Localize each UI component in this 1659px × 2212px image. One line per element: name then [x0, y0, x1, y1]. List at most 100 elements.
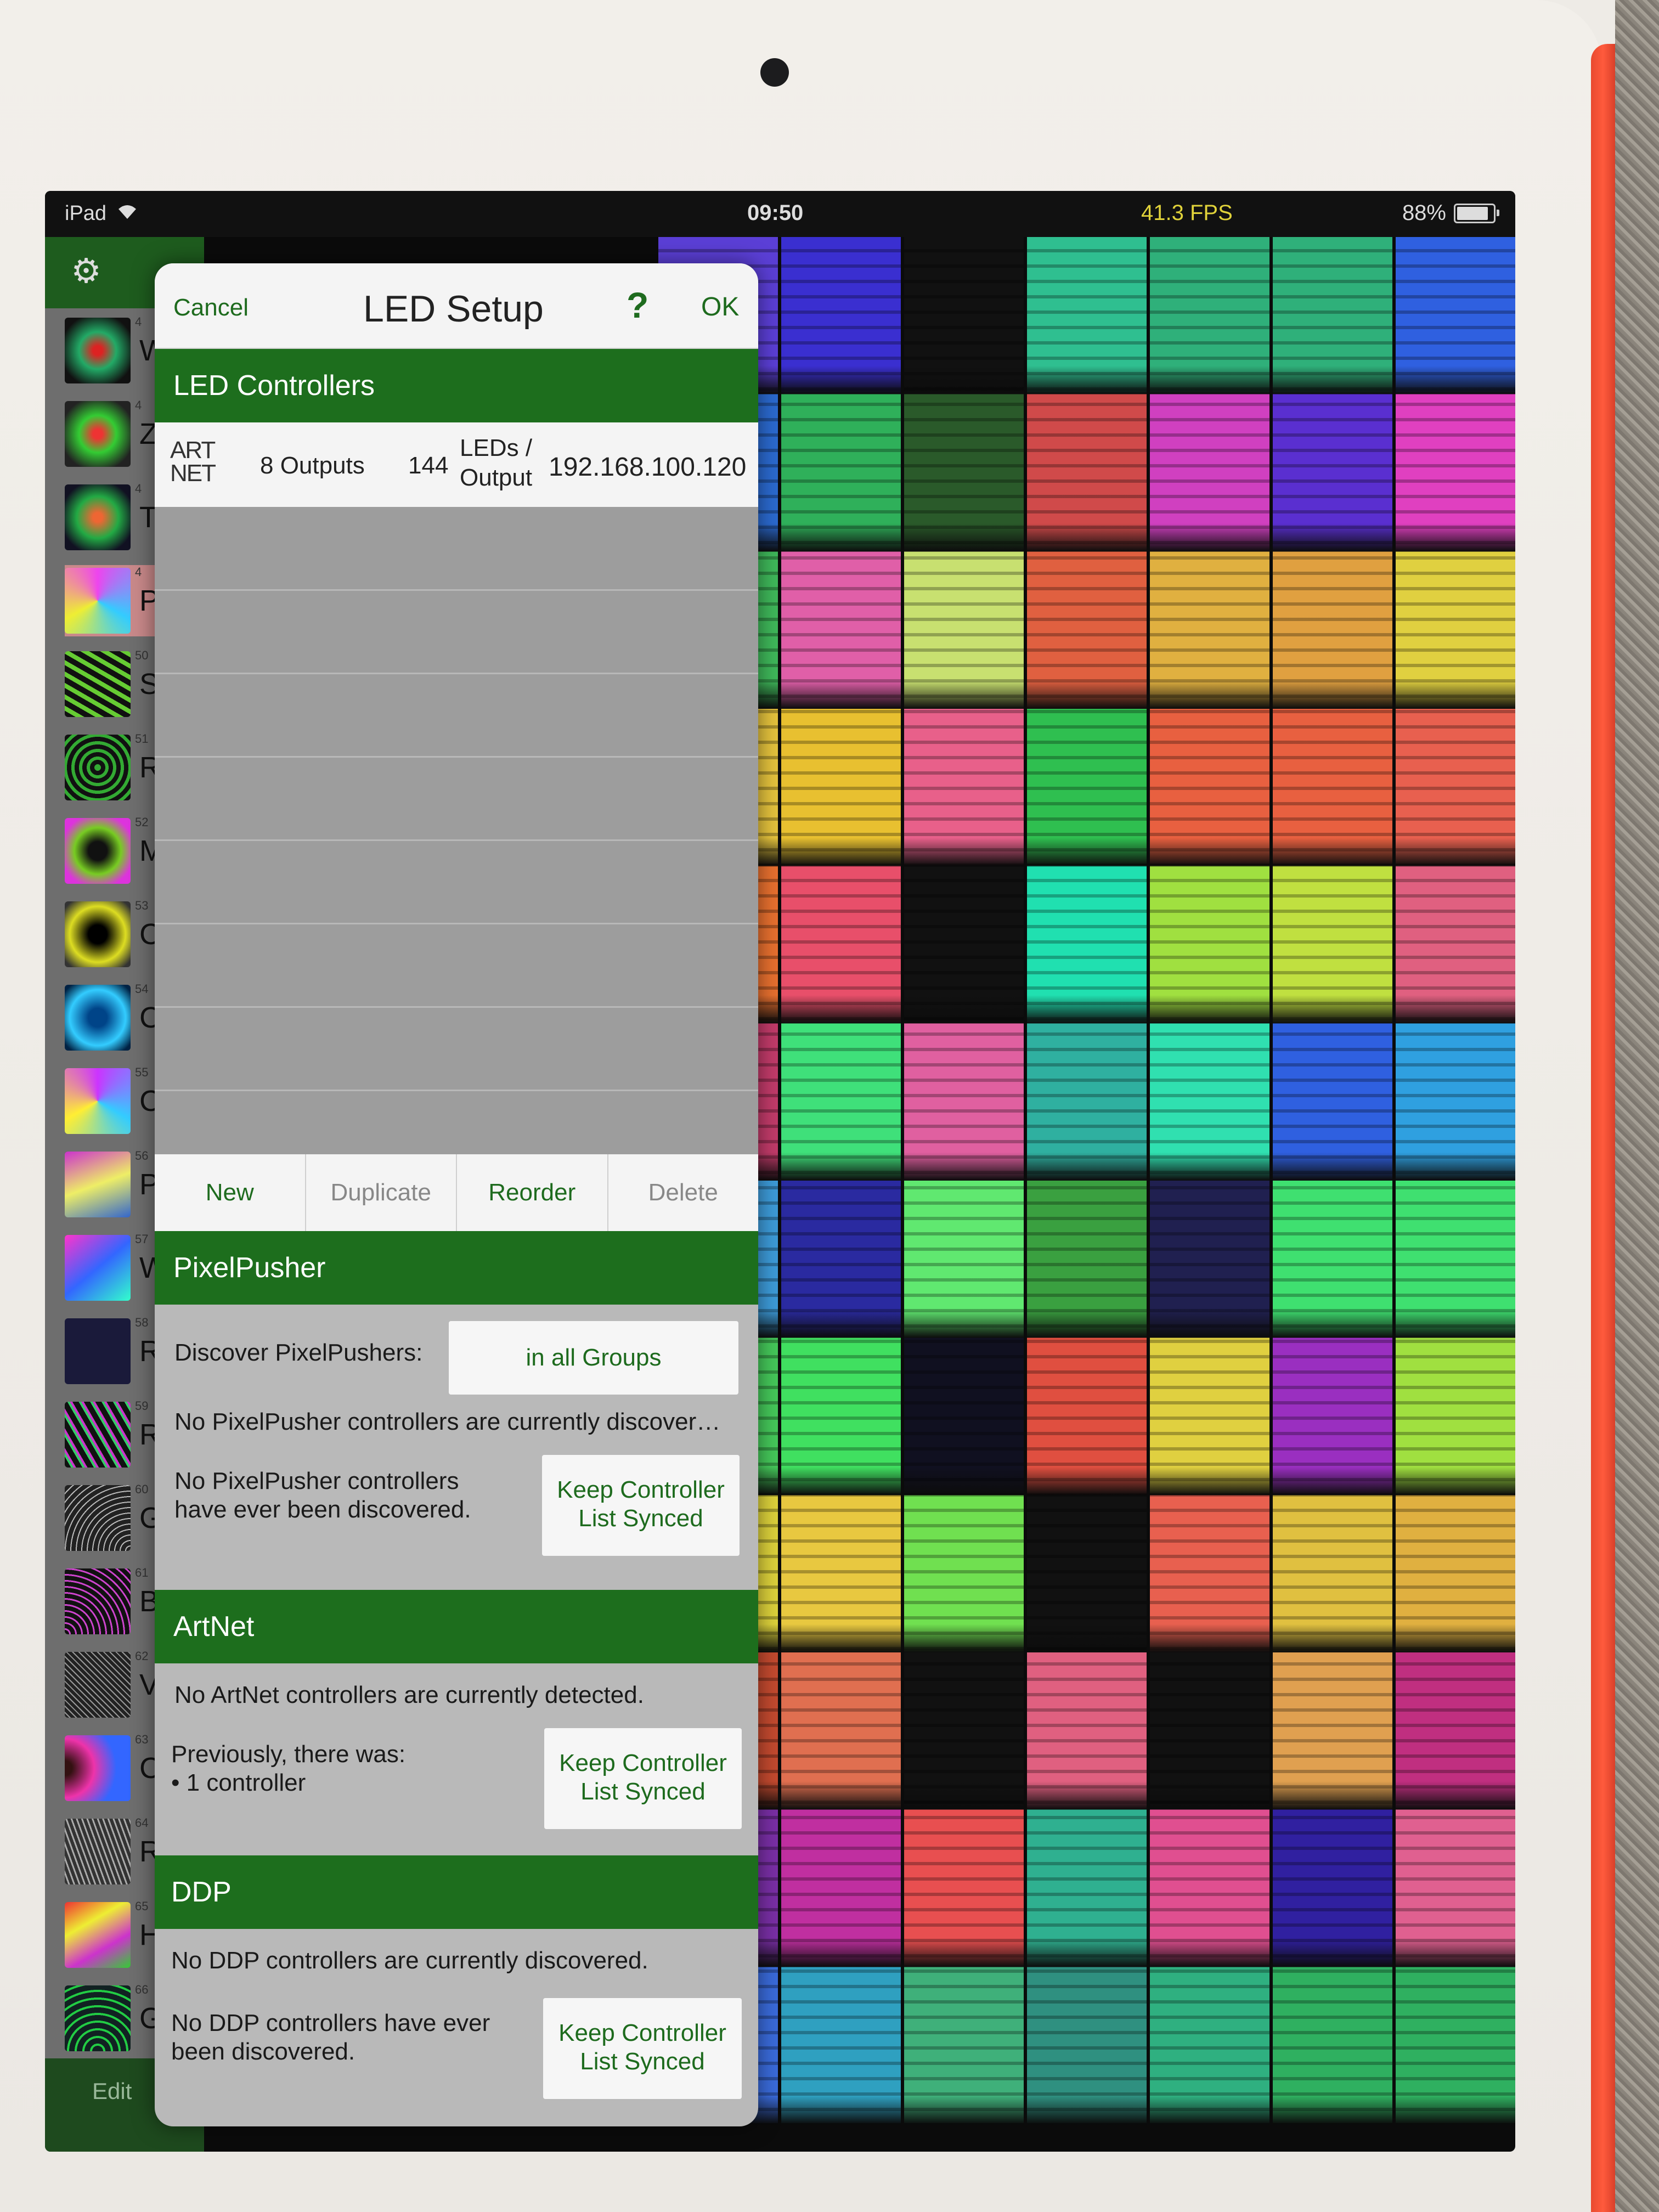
- ddp-history: No DDP controllers have ever been discov…: [171, 2010, 490, 2065]
- pixelpusher-header: PixelPusher: [155, 1231, 758, 1305]
- pattern-number: 53: [135, 899, 149, 912]
- pattern-number: 58: [135, 1316, 149, 1329]
- fps-counter: 41.3 FPS: [1141, 201, 1233, 225]
- discover-label: Discover PixelPushers:: [174, 1339, 423, 1366]
- pattern-number: 64: [135, 1816, 149, 1830]
- led-strip: [904, 237, 1024, 2124]
- pattern-number: 51: [135, 732, 149, 746]
- pattern-thumbnail: [65, 1735, 131, 1801]
- pattern-thumbnail: [65, 1652, 131, 1718]
- battery-percent: 88%: [1402, 201, 1446, 225]
- pattern-thumbnail: [65, 818, 131, 884]
- list-divider: [155, 839, 758, 841]
- pattern-thumbnail: [65, 901, 131, 967]
- status-time: 09:50: [747, 201, 804, 225]
- pattern-thumbnail: [65, 1318, 131, 1384]
- pattern-number: 60: [135, 1482, 149, 1496]
- pattern-number: 4: [135, 315, 142, 329]
- pattern-thumbnail: [65, 401, 131, 467]
- controller-row[interactable]: ART NET 8 Outputs 144 LEDs / Output 192.…: [155, 422, 758, 507]
- pattern-number: 59: [135, 1399, 149, 1413]
- pattern-number: 4: [135, 482, 142, 495]
- pattern-number: 61: [135, 1566, 149, 1579]
- front-camera: [760, 58, 789, 87]
- pattern-thumbnail: [65, 1068, 131, 1134]
- device-screen: iPad 09:50 41.3 FPS 88% ⚙ 4 W 4 Z 4 T 4 P 50 S 51 R…: [45, 191, 1515, 2152]
- list-divider: [155, 756, 758, 758]
- ok-button[interactable]: OK: [701, 292, 739, 322]
- pixelpusher-status: No PixelPusher controllers are currently…: [174, 1408, 721, 1435]
- pattern-thumbnail: [65, 651, 131, 717]
- led-strip: [1273, 237, 1392, 2124]
- led-strip: [1027, 237, 1147, 2124]
- controller-ip: 192.168.100.120: [549, 453, 747, 482]
- ddp-header: DDP: [155, 1855, 758, 1929]
- delete-button[interactable]: Delete: [608, 1154, 759, 1231]
- status-bar: iPad 09:50 41.3 FPS 88%: [45, 191, 1515, 237]
- pattern-thumbnail: [65, 1235, 131, 1301]
- led-strip: [1150, 237, 1269, 2124]
- help-button[interactable]: ?: [627, 284, 648, 326]
- reorder-button[interactable]: Reorder: [457, 1154, 608, 1231]
- list-divider: [155, 1090, 758, 1091]
- led-strip: [781, 237, 901, 2124]
- pattern-thumbnail: [65, 568, 131, 634]
- pattern-thumbnail: [65, 484, 131, 550]
- led-visualization: [658, 237, 1515, 2124]
- pattern-number: 63: [135, 1733, 149, 1746]
- new-button[interactable]: New: [155, 1154, 306, 1231]
- pattern-number: 4: [135, 398, 142, 412]
- pattern-thumbnail: [65, 1568, 131, 1634]
- controller-leds-per-output-label: LEDs / Output: [460, 435, 533, 491]
- cancel-button[interactable]: Cancel: [173, 294, 249, 321]
- artnet-status: No ArtNet controllers are currently dete…: [174, 1681, 644, 1708]
- list-divider: [155, 673, 758, 674]
- table-surface: [1615, 0, 1659, 2212]
- device-label: iPad: [65, 202, 107, 225]
- controller-list-empty-area: [155, 507, 758, 1154]
- dialog-title: LED Setup: [363, 288, 544, 330]
- pattern-number: 54: [135, 982, 149, 996]
- edit-button[interactable]: Edit: [92, 2078, 132, 2104]
- pattern-number: 55: [135, 1065, 149, 1079]
- pattern-thumbnail: [65, 318, 131, 383]
- pattern-thumbnail: [65, 985, 131, 1051]
- pattern-thumbnail: [65, 1402, 131, 1468]
- pixelpusher-keep-synced-button[interactable]: Keep Controller List Synced: [542, 1455, 740, 1556]
- duplicate-button[interactable]: Duplicate: [306, 1154, 457, 1231]
- pixelpusher-history: No PixelPusher controllers have ever bee…: [174, 1468, 471, 1523]
- pattern-number: 56: [135, 1149, 149, 1163]
- ddp-keep-synced-button[interactable]: Keep Controller List Synced: [543, 1998, 742, 2099]
- led-setup-dialog: Cancel LED Setup ? OK LED Controllers AR…: [155, 263, 758, 2126]
- ddp-status: No DDP controllers are currently discove…: [171, 1947, 648, 1974]
- pattern-thumbnail: [65, 1985, 131, 2051]
- pattern-thumbnail: [65, 735, 131, 800]
- pattern-thumbnail: [65, 1902, 131, 1968]
- pattern-number: 66: [135, 1983, 149, 1996]
- pattern-number: 57: [135, 1232, 149, 1246]
- pattern-number: 52: [135, 815, 149, 829]
- pattern-number: 65: [135, 1899, 149, 1913]
- device-case-edge: [1591, 44, 1615, 2212]
- artnet-keep-synced-button[interactable]: Keep Controller List Synced: [544, 1728, 742, 1829]
- artnet-history: Previously, there was: • 1 controller: [171, 1741, 406, 1796]
- list-divider: [155, 1006, 758, 1008]
- pattern-number: 4: [135, 565, 142, 579]
- led-controllers-header: LED Controllers: [155, 349, 758, 422]
- artnet-header: ArtNet: [155, 1590, 758, 1663]
- gear-icon[interactable]: ⚙: [67, 252, 105, 291]
- discover-groups-selector[interactable]: in all Groups: [449, 1321, 738, 1395]
- pattern-number: 50: [135, 648, 149, 662]
- artnet-logo: ART NET: [170, 437, 216, 487]
- controller-toolbar: New Duplicate Reorder Delete: [155, 1154, 758, 1231]
- led-strip: [1396, 237, 1515, 2124]
- controller-outputs: 8 Outputs: [260, 452, 365, 479]
- controller-led-count: 144: [408, 452, 449, 479]
- wifi-icon: [116, 202, 138, 225]
- pattern-thumbnail: [65, 1485, 131, 1551]
- list-divider: [155, 589, 758, 591]
- battery-icon: [1454, 203, 1499, 223]
- list-divider: [155, 923, 758, 924]
- pattern-number: 62: [135, 1649, 149, 1663]
- dialog-navbar: Cancel LED Setup ? OK: [155, 263, 758, 349]
